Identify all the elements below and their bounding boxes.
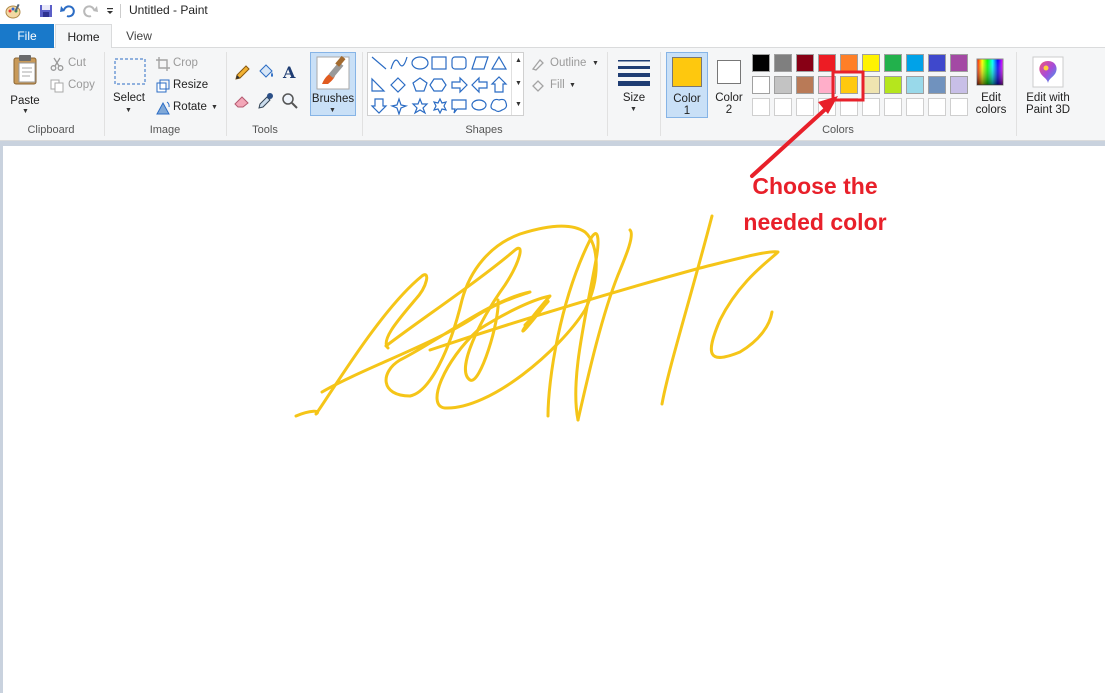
arrow-line xyxy=(750,103,832,178)
annotation-line2: needed color xyxy=(743,209,887,235)
annotation-text: Choose the needed color xyxy=(700,168,930,240)
annotation-line1: Choose the xyxy=(752,173,878,199)
callout-arrow xyxy=(750,70,865,178)
highlight-box xyxy=(831,70,865,102)
